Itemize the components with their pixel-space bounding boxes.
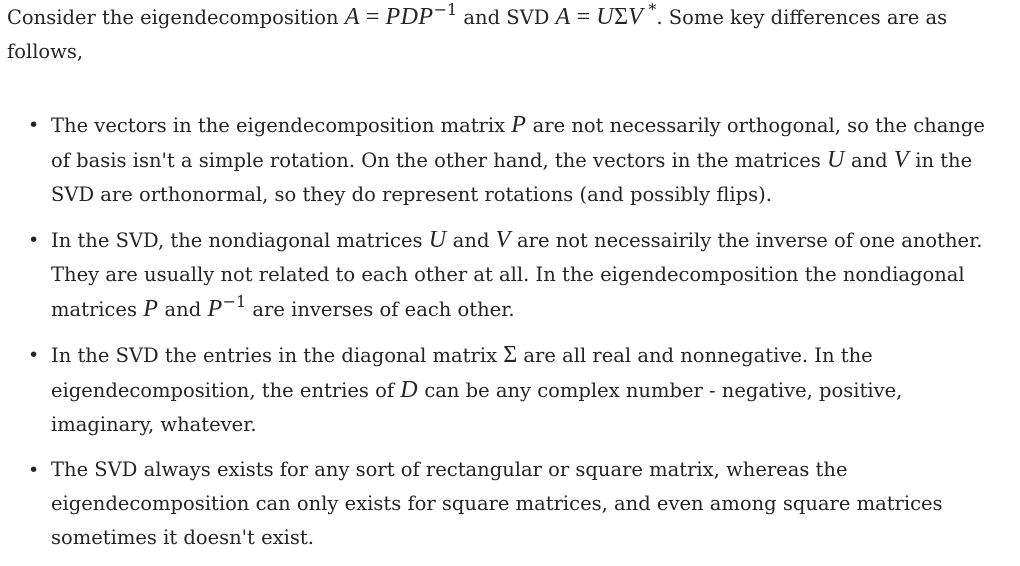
math-inverse-exponent: −1 — [222, 292, 247, 311]
math-equals: = — [359, 4, 386, 30]
item-text: In the SVD the entries in the diagonal m… — [51, 344, 504, 367]
intro-paragraph: Consider the eigendecomposition A = PDP−… — [7, 0, 1007, 69]
bullet-icon: • — [28, 114, 40, 136]
intro-text: Consider the eigendecomposition — [7, 6, 345, 29]
math-u: U — [428, 227, 447, 253]
math-sigma: Σ — [503, 342, 518, 368]
bullet-icon: • — [28, 459, 40, 481]
math-v: V — [628, 4, 644, 30]
math-p: P — [511, 112, 527, 138]
math-a: A — [555, 4, 571, 30]
item-text: and — [158, 298, 208, 321]
math-p: P — [143, 296, 159, 322]
item-text: and — [844, 149, 894, 172]
item-text: The SVD always exists for any sort of re… — [51, 458, 943, 549]
math-equals: = — [570, 4, 597, 30]
math-inverse-exponent: −1 — [433, 0, 458, 19]
math-p: P — [207, 296, 223, 322]
bullet-icon: • — [28, 229, 40, 251]
list-item: • The vectors in the eigendecomposition m… — [7, 108, 1007, 212]
intro-text: and SVD — [457, 6, 556, 29]
math-conjugate-transpose: * — [643, 0, 657, 19]
math-v: V — [495, 227, 511, 253]
math-d: D — [400, 377, 419, 403]
math-v: V — [893, 147, 910, 173]
math-u: U — [596, 4, 615, 30]
list-item: • In the SVD, the nondiagonal matrices U … — [7, 223, 1007, 327]
item-text: In the SVD, the nondiagonal matrices — [51, 229, 429, 252]
math-pdp: PDP — [385, 4, 434, 30]
math-a: A — [344, 4, 360, 30]
item-text: and — [446, 229, 496, 252]
list-item: • In the SVD the entries in the diagonal … — [7, 338, 1007, 442]
item-text: The vectors in the eigendecomposition ma… — [51, 114, 512, 137]
math-sigma: Σ — [614, 4, 629, 30]
bullet-icon: • — [28, 344, 40, 366]
answer-body: Consider the eigendecomposition A = PDP−… — [7, 0, 1007, 566]
differences-list: • The vectors in the eigendecomposition m… — [7, 108, 1007, 555]
list-item: • The SVD always exists for any sort of r… — [7, 453, 1007, 555]
item-text: are inverses of each other. — [246, 298, 515, 321]
math-u: U — [826, 147, 845, 173]
